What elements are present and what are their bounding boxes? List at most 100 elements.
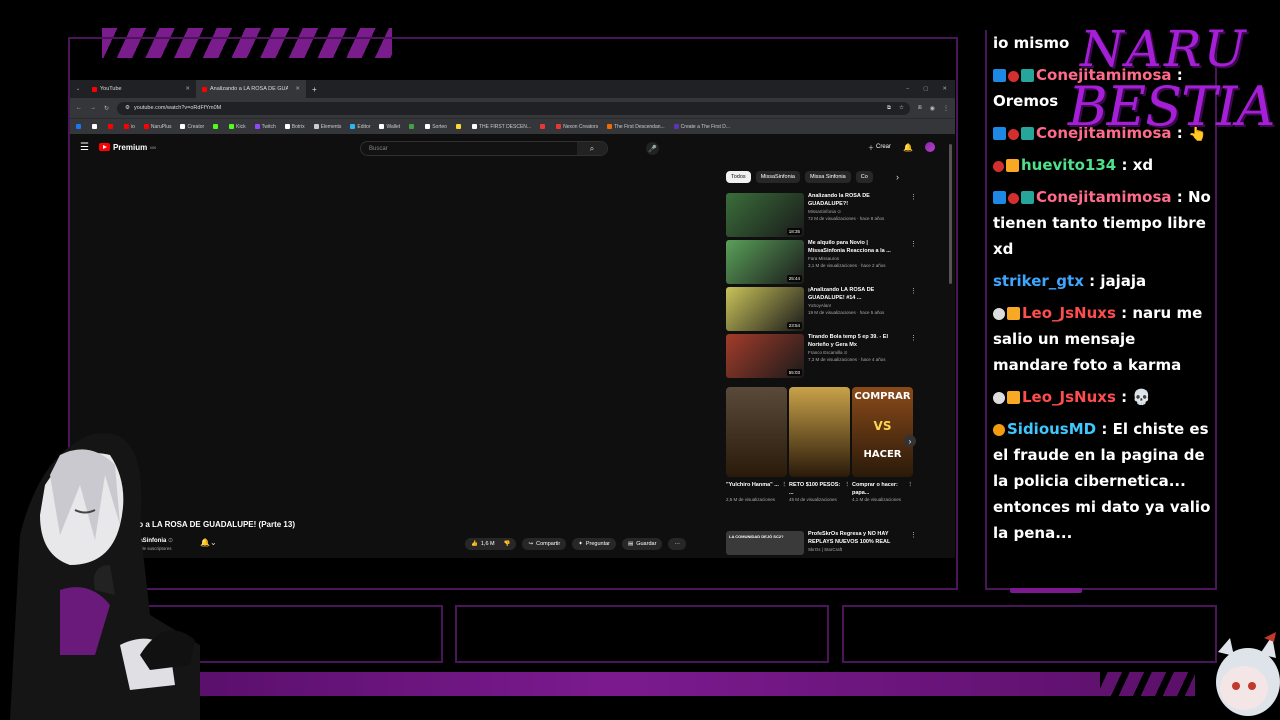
minimize-icon[interactable]: – (906, 86, 909, 92)
extensions-icon[interactable]: ⧈ (918, 105, 922, 112)
chat-scrollbar[interactable] (1010, 588, 1082, 593)
youtube-logo[interactable]: Premium MX (98, 143, 156, 152)
recommendation-menu-icon[interactable]: ⋮ (910, 531, 917, 555)
bookmark-item[interactable] (213, 124, 220, 129)
bookmark-item[interactable]: Nexon Creators (556, 124, 598, 130)
site-info-icon[interactable]: ⚙ (125, 105, 130, 111)
profile-icon[interactable]: ◉ (930, 105, 935, 112)
recommendation-menu-icon[interactable]: ⋮ (910, 193, 917, 240)
chip-2[interactable]: Missa Sinfonia (804, 171, 851, 183)
like-button[interactable]: 👍 1,6 M 👎 (465, 538, 517, 550)
search-input[interactable]: Buscar ⌕ (360, 141, 608, 156)
bookmark-item[interactable] (409, 124, 416, 129)
bookmark-item[interactable]: Botrix (284, 124, 305, 130)
user-avatar[interactable] (925, 142, 935, 152)
recommendation-item[interactable]: 55:03 Tirando Bola temp 5 ep 39. - El Nor… (726, 334, 917, 381)
share-icon: ↪ (528, 541, 534, 547)
notifications-bell-icon[interactable]: 🔔 (903, 143, 913, 152)
bookmark-star-icon[interactable]: ☆ (899, 105, 904, 112)
bookmark-item[interactable]: Wallet (379, 124, 400, 130)
chat-username[interactable]: SidiousMD (1007, 420, 1096, 438)
chat-username[interactable]: Leo_JsNuxs (1022, 304, 1116, 322)
chat-text: xd (1132, 156, 1154, 174)
close-window-icon[interactable]: ✕ (942, 86, 947, 92)
shorts-next-icon[interactable]: › (904, 435, 916, 447)
short-menu-icon[interactable]: ⋮ (845, 482, 851, 497)
bookmark-item[interactable]: Sorteo (425, 124, 447, 130)
youtube-header: ☰ Premium MX Buscar ⌕ 🎤 ＋ Crear 🔔 (70, 134, 955, 160)
chat-username[interactable]: huevito134 (1021, 156, 1116, 174)
short-menu-icon[interactable]: ⋮ (782, 482, 788, 497)
bookmark-item[interactable]: Elements (313, 124, 341, 130)
chat-username[interactable]: striker_gtx (993, 272, 1084, 290)
short-menu-icon[interactable]: ⋮ (908, 482, 914, 497)
cast-icon[interactable]: ⧉ (887, 105, 891, 112)
recommendation-menu-icon[interactable]: ⋮ (910, 240, 917, 287)
bookmark-item[interactable]: THE FIRST DESCEN... (471, 124, 531, 130)
bookmark-favicon-icon (76, 124, 81, 129)
microphone-icon[interactable]: 🎤 (646, 142, 659, 155)
hamburger-menu-icon[interactable]: ☰ (80, 142, 89, 153)
recommendation-menu-icon[interactable]: ⋮ (910, 334, 917, 381)
short-title: RETO $100 PESOS: ... (789, 482, 841, 496)
bookmark-item[interactable] (540, 124, 547, 129)
tab-close-icon[interactable]: ✕ (295, 86, 300, 92)
create-button[interactable]: ＋ Crear (868, 143, 891, 152)
forward-icon[interactable]: → (90, 105, 96, 111)
short-item[interactable]: RETO $100 PESOS: ... ⋮ 45 M de visualizaci… (789, 387, 850, 503)
tab-video[interactable]: Analizando a LA ROSA DE GUADAL ✕ (196, 80, 306, 98)
ask-button[interactable]: ✦ Preguntar (572, 538, 617, 550)
bookmark-item[interactable] (455, 124, 463, 129)
tab-search-icon[interactable]: ⌄ (70, 86, 86, 92)
save-button[interactable]: ▤ Guardar (622, 538, 663, 550)
chat-separator: : (1096, 420, 1113, 438)
short-views: 4,1 M de visualizaciones (852, 497, 902, 502)
bookmark-item[interactable]: Editor (350, 124, 370, 130)
window-controls: – ▢ ✕ (906, 86, 955, 92)
url-input[interactable]: ⚙ youtube.com/watch?v=oRdFfYm0M ⧉ ☆ (117, 101, 910, 115)
menu-icon[interactable]: ⋮ (943, 105, 949, 112)
bottom-accent-bar (30, 672, 1195, 696)
chip-1[interactable]: MissaSinfonia (755, 171, 800, 183)
chat-text: El chiste es el fraude en la pagina de l… (993, 420, 1211, 542)
chip-0[interactable]: Todos (726, 171, 751, 183)
recommendation-item[interactable]: 25:44 Me alquilo para Novio | MissaSinfon… (726, 240, 917, 287)
back-icon[interactable]: ← (76, 105, 82, 111)
address-bar-row: ← → ↻ ⚙ youtube.com/watch?v=oRdFfYm0M ⧉ … (70, 98, 955, 118)
search-icon[interactable]: ⌕ (577, 142, 607, 155)
crown-badge-icon (1007, 307, 1020, 320)
tab-youtube[interactable]: YouTube ✕ (86, 80, 196, 98)
subscribed-bell-button[interactable]: 🔔⌄ (200, 538, 217, 547)
bookmark-item[interactable]: The First Descendan... (607, 124, 665, 130)
short-item[interactable]: COMPRAR VS HACER Comprar o hacer: papa... ⋮ 4… (852, 387, 913, 503)
recommendation-item[interactable]: LA COMUNIDAD DEJÓ SC2? ProfeSkrOs Regres… (726, 531, 917, 555)
bookmark-item[interactable]: NaruPlus (143, 124, 171, 130)
bookmark-favicon-icon (254, 124, 260, 129)
new-tab-button[interactable]: + (306, 85, 323, 94)
bookmark-item[interactable] (92, 124, 99, 129)
chat-username[interactable]: Leo_JsNuxs (1022, 388, 1116, 406)
share-button[interactable]: ↪ Compartir (522, 538, 567, 550)
recommendation-title: ¡Analizando LA ROSA DE GUADALUPE! #14 ..… (808, 287, 875, 301)
short-item[interactable]: "Yulchiro Hanma" ... ⋮ 2,5 M de visualizac… (726, 387, 787, 503)
recommendation-menu-icon[interactable]: ⋮ (910, 287, 917, 334)
short-title: "Yulchiro Hanma" ... (726, 482, 779, 488)
tab-close-icon[interactable]: ✕ (185, 86, 190, 92)
thumbs-down-icon[interactable]: 👎 (504, 541, 511, 547)
bookmark-item[interactable]: Creator (180, 124, 204, 130)
bookmark-item[interactable]: Kick (229, 124, 246, 130)
page-scrollbar[interactable] (949, 144, 952, 284)
bookmark-item[interactable] (76, 124, 83, 129)
bookmark-item[interactable] (108, 124, 115, 129)
recommendation-item[interactable]: 18:35 Analizando la ROSA DE GUADALUPE?! Mi… (726, 193, 917, 240)
bookmark-item[interactable]: Twitch (254, 124, 276, 130)
more-actions-button[interactable]: ··· (668, 538, 686, 550)
chat-username[interactable]: Conejitamimosa (1036, 188, 1172, 206)
bookmark-item[interactable]: Create a The First D... (673, 124, 730, 130)
reload-icon[interactable]: ↻ (104, 105, 109, 112)
recommendation-item[interactable]: 23:54 ¡Analizando LA ROSA DE GUADALUPE! #… (726, 287, 917, 334)
chips-next-icon[interactable]: › (896, 172, 899, 182)
bookmark-item[interactable]: io (124, 124, 135, 130)
chip-3[interactable]: Co (855, 171, 873, 183)
maximize-icon[interactable]: ▢ (923, 86, 928, 92)
